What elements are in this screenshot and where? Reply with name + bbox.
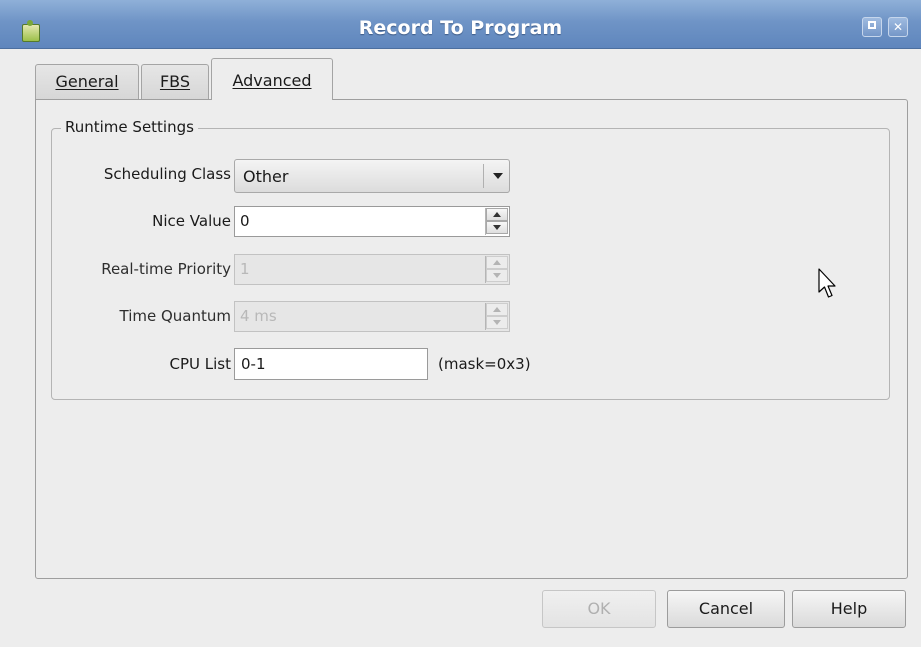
tab-advanced-label: Advanced [232,71,312,90]
tab-fbs-label: FBS [159,72,191,91]
time-quantum-spin-buttons [485,303,508,330]
ok-button[interactable]: OK [542,590,656,628]
realtime-priority-decrement-button [486,269,508,282]
tab-general[interactable]: General [35,64,139,100]
scheduling-class-label: Scheduling Class [103,165,231,183]
help-button[interactable]: Help [792,590,906,628]
realtime-priority-increment-button [486,256,508,269]
nice-value-label: Nice Value [152,212,231,230]
cpu-list-label: CPU List [169,355,232,373]
scheduling-class-dropdown[interactable]: Other [234,159,510,193]
arrow-down-icon [493,273,501,278]
mouse-cursor-icon [818,268,836,298]
dropdown-separator [483,164,484,188]
tab-general-label: General [55,72,119,91]
chevron-down-icon [493,173,503,179]
cpu-mask-label: (mask=0x3) [438,355,531,373]
tab-fbs[interactable]: FBS [141,64,209,100]
cpu-list-input[interactable]: 0-1 [234,348,428,380]
realtime-priority-spin-buttons [485,256,508,283]
tab-advanced[interactable]: Advanced [211,58,333,100]
cancel-button[interactable]: Cancel [667,590,785,628]
scheduling-class-value: Other [243,167,289,186]
close-icon[interactable]: ✕ [888,17,908,37]
realtime-priority-input: 1 [240,260,250,278]
maximize-icon[interactable] [862,17,882,37]
cpu-list-value: 0-1 [241,355,266,373]
realtime-priority-label: Real-time Priority [101,260,231,278]
time-quantum-input: 4 ms [240,307,277,325]
time-quantum-increment-button [486,303,508,316]
nice-value-spin-buttons [485,208,508,235]
time-quantum-label: Time Quantum [119,307,232,325]
title-bar[interactable]: Record To Program ✕ [0,0,921,49]
nice-value-input[interactable]: 0 [240,212,250,230]
nice-value-increment-button[interactable] [486,208,508,221]
time-quantum-spinner: 4 ms [234,301,510,332]
nice-value-decrement-button[interactable] [486,221,508,234]
arrow-up-icon [493,307,501,312]
realtime-priority-spinner: 1 [234,254,510,285]
window-title: Record To Program [358,17,563,39]
runtime-settings-legend: Runtime Settings [61,118,198,136]
arrow-up-icon [493,260,501,265]
arrow-down-icon [493,320,501,325]
arrow-down-icon [493,225,501,230]
nice-value-spinner[interactable]: 0 [234,206,510,237]
time-quantum-decrement-button [486,316,508,329]
arrow-up-icon [493,212,501,217]
